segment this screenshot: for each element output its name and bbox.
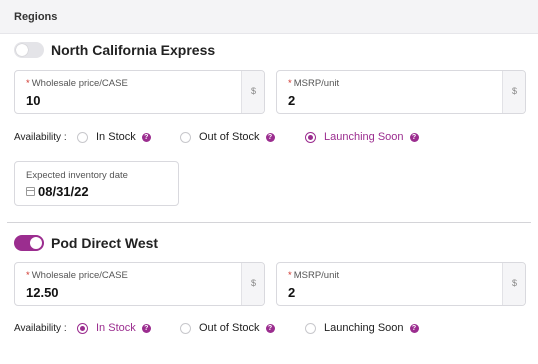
required-marker: * [26,78,30,89]
wholesale-price-label: Wholesale price/CASE [31,270,128,281]
msrp-value[interactable]: 2 [288,285,295,300]
msrp-value[interactable]: 2 [288,93,295,108]
option-label: Launching Soon [324,322,404,334]
currency-suffix: $ [241,71,264,113]
currency-suffix: $ [241,263,264,305]
option-out-of-stock[interactable]: Out of Stock ? [180,321,275,335]
expected-date-label: Expected inventory date [26,170,128,181]
radio-out-of-stock[interactable] [180,322,191,334]
option-in-stock[interactable]: In Stock ? [77,321,151,335]
required-marker: * [288,78,292,89]
availability-row: Availability : In Stock ? Out of Stock ?… [14,130,534,144]
msrp-field[interactable]: * MSRP/unit 2 $ [276,262,526,306]
help-icon[interactable]: ? [141,132,151,142]
region-toggle-north-california-express[interactable] [14,42,44,58]
section-title: Regions [14,11,58,23]
availability-row: Availability : In Stock ? Out of Stock ?… [14,321,534,335]
region-name: Pod Direct West [51,235,159,251]
option-label: In Stock [96,322,136,334]
msrp-field[interactable]: * MSRP/unit 2 $ [276,70,526,114]
region-name: North California Express [51,42,216,58]
help-icon[interactable]: ? [265,323,275,333]
expected-inventory-date-field[interactable]: Expected inventory date 08/31/22 [14,161,179,206]
toggle-knob [30,237,42,249]
radio-launching-soon[interactable] [305,131,316,143]
option-launching-soon[interactable]: Launching Soon ? [305,321,419,335]
region-toggle-pod-direct-west[interactable] [14,235,44,251]
option-label: Out of Stock [199,131,260,143]
option-label: Launching Soon [324,131,404,143]
region-title-north-california-express: North California Express [14,42,215,58]
msrp-label: MSRP/unit [293,270,340,281]
option-label: In Stock [96,131,136,143]
availability-label: Availability : [14,131,67,143]
option-in-stock[interactable]: In Stock ? [77,130,151,144]
expected-date-value[interactable]: 08/31/22 [38,184,89,199]
help-icon[interactable]: ? [265,132,275,142]
region-title-pod-direct-west: Pod Direct West [14,235,158,251]
wholesale-price-value[interactable]: 12.50 [26,285,59,300]
help-icon[interactable]: ? [141,323,151,333]
toggle-knob [16,44,28,56]
availability-label: Availability : [14,322,67,334]
radio-in-stock[interactable] [77,322,88,334]
region-divider [7,222,531,223]
option-label: Out of Stock [199,322,260,334]
radio-launching-soon[interactable] [305,322,316,334]
msrp-label: MSRP/unit [293,78,340,89]
help-icon[interactable]: ? [409,323,419,333]
wholesale-price-field[interactable]: * Wholesale price/CASE 12.50 $ [14,262,265,306]
wholesale-price-label: Wholesale price/CASE [31,78,128,89]
help-icon[interactable]: ? [409,132,419,142]
wholesale-price-field[interactable]: * Wholesale price/CASE 10 $ [14,70,265,114]
required-marker: * [288,270,292,281]
option-launching-soon[interactable]: Launching Soon ? [305,130,419,144]
currency-suffix: $ [502,263,525,305]
radio-in-stock[interactable] [77,131,88,143]
regions-header: Regions [0,0,538,34]
currency-suffix: $ [502,71,525,113]
option-out-of-stock[interactable]: Out of Stock ? [180,130,275,144]
wholesale-price-value[interactable]: 10 [26,93,40,108]
calendar-icon [26,187,35,196]
radio-out-of-stock[interactable] [180,131,191,143]
required-marker: * [26,270,30,281]
